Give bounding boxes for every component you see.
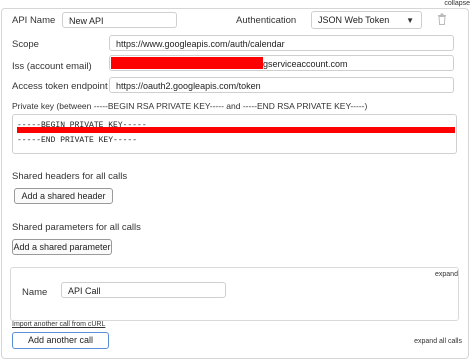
- shared-headers-label: Shared headers for all calls: [12, 171, 128, 182]
- collapse-link[interactable]: collapse: [444, 0, 470, 7]
- redaction-mark: [111, 57, 263, 69]
- trash-icon[interactable]: [437, 13, 447, 25]
- authentication-value: JSON Web Token: [318, 15, 390, 25]
- import-curl-link[interactable]: Import another call from cURL: [12, 321, 105, 328]
- authentication-select[interactable]: JSON Web Token ▼: [311, 11, 422, 29]
- scope-input[interactable]: https://www.googleapis.com/auth/calendar: [109, 35, 454, 51]
- shared-parameters-label: Shared parameters for all calls: [12, 222, 141, 233]
- private-key-end: -----END PRIVATE KEY-----: [17, 136, 138, 145]
- iss-value: gserviceaccount.com: [263, 59, 348, 69]
- add-shared-header-button[interactable]: Add a shared header: [14, 188, 113, 204]
- token-endpoint-input[interactable]: https://oauth2.googleapis.com/token: [109, 77, 454, 93]
- token-endpoint-label: Access token endpoint: [12, 81, 108, 92]
- expand-link[interactable]: expand: [435, 271, 458, 278]
- call-name-label: Name: [22, 287, 48, 298]
- redaction-mark: [17, 127, 455, 133]
- add-another-call-button[interactable]: Add another call: [12, 332, 109, 349]
- api-name-input[interactable]: New API: [62, 12, 177, 28]
- expand-all-calls-link[interactable]: expand all calls: [414, 338, 462, 345]
- add-shared-parameter-button[interactable]: Add a shared parameter: [12, 239, 112, 255]
- private-key-textarea[interactable]: -----BEGIN PRIVATE KEY----- -----END PRI…: [12, 114, 457, 154]
- scope-label: Scope: [12, 39, 39, 50]
- call-name-input[interactable]: API Call: [61, 282, 226, 298]
- api-name-label: API Name: [12, 15, 56, 26]
- chevron-down-icon: ▼: [406, 16, 414, 25]
- iss-label: Iss (account email): [12, 61, 92, 72]
- private-key-label: Private key (between -----BEGIN RSA PRIV…: [12, 101, 368, 111]
- authentication-label: Authentication: [236, 15, 297, 26]
